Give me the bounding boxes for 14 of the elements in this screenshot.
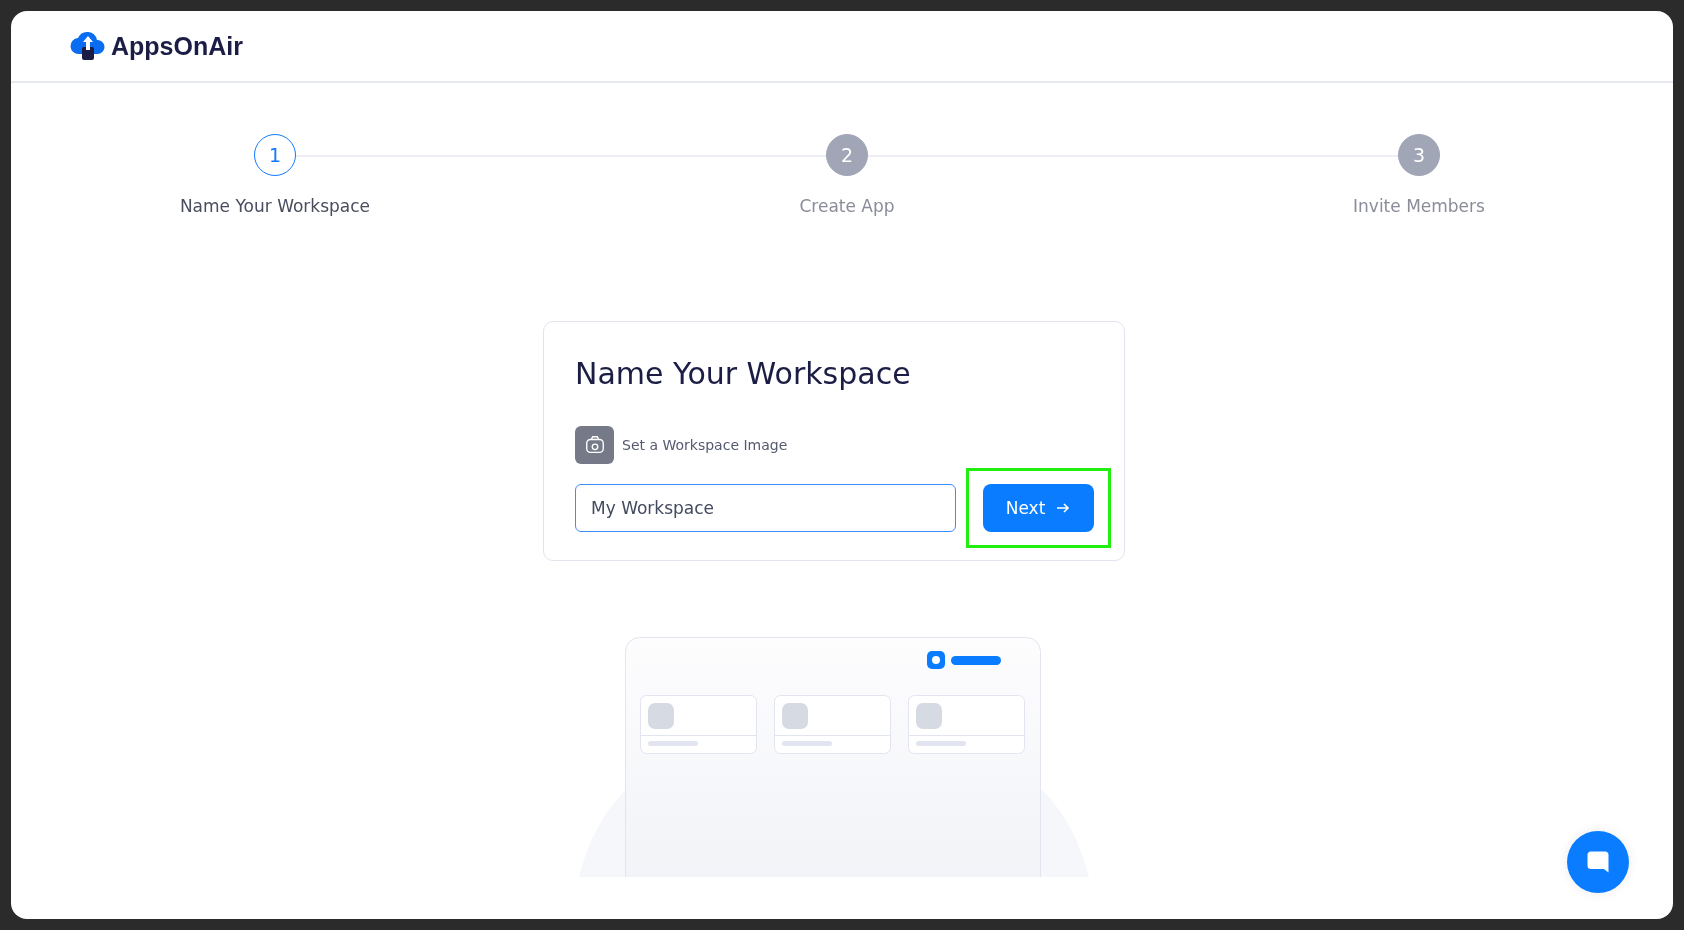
- step-label: Name Your Workspace: [179, 196, 371, 216]
- next-button[interactable]: Next: [983, 484, 1094, 532]
- step-number: 2: [826, 134, 868, 176]
- card-title: Name Your Workspace: [575, 356, 912, 391]
- brand-name: AppsOnAir: [111, 31, 243, 61]
- camera-icon: [583, 434, 606, 456]
- cloud-upload-icon: [69, 30, 107, 62]
- camera-button[interactable]: [575, 426, 614, 464]
- step-label: Create App: [799, 196, 895, 216]
- step-number: 1: [254, 134, 296, 176]
- step-label: Invite Members: [1353, 196, 1485, 216]
- step-number: 3: [1398, 134, 1440, 176]
- image-label: Set a Workspace Image: [622, 437, 788, 453]
- workspace-name-input[interactable]: My Workspace: [575, 484, 956, 532]
